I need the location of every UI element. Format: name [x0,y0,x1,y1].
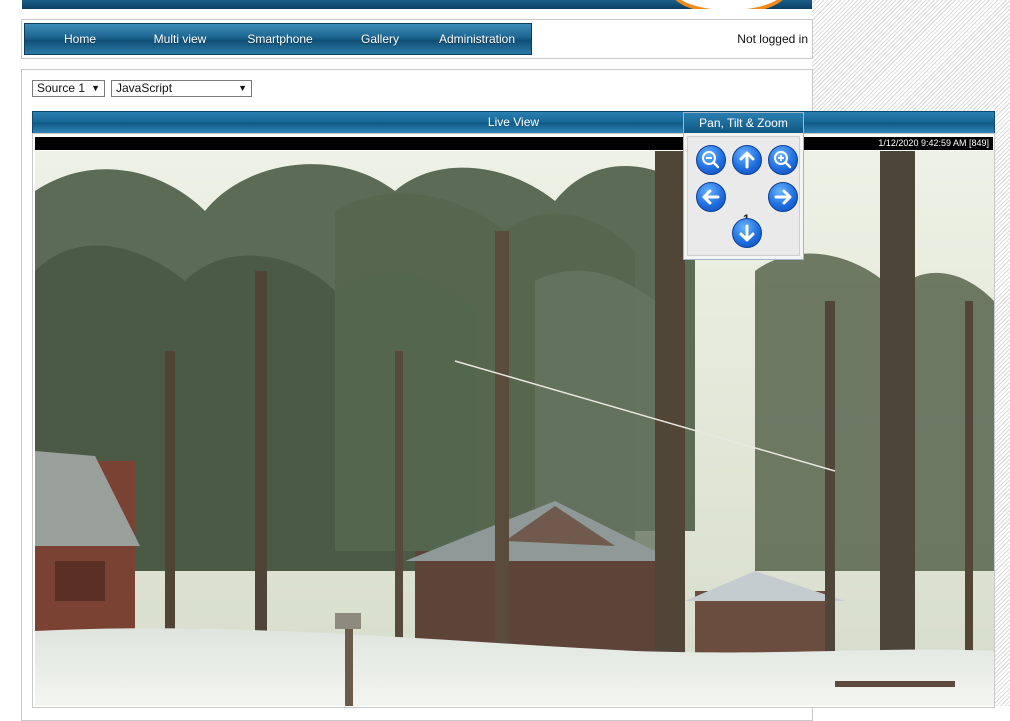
arrow-up-icon [739,151,755,169]
nav-smartphone[interactable]: Smartphone [225,32,335,46]
camera-scene [35,151,994,706]
source-select[interactable]: Source 1 ▼ [32,80,105,97]
viewer-mode-value: JavaScript [116,81,173,95]
live-view-title: Live View [487,115,540,129]
live-view-header: Live View [32,111,995,134]
dropdown-arrow-icon: ▼ [238,83,247,93]
zoom-in-button[interactable] [768,145,798,175]
banner-logo [670,0,788,9]
tilt-up-button[interactable] [732,145,762,175]
ptz-controls: 1 [687,136,800,256]
nav-gallery[interactable]: Gallery [335,32,425,46]
timestamp-bar: 1/12/2020 9:42:59 AM [849] [35,137,993,150]
zoom-out-icon [702,151,720,169]
timestamp-text: 1/12/2020 9:42:59 AM [849] [878,138,989,148]
arrow-down-icon [739,224,755,242]
arrow-right-icon [774,189,792,205]
arrow-left-icon [702,189,720,205]
top-banner [22,0,812,9]
nav-administration[interactable]: Administration [425,32,529,46]
pan-right-button[interactable] [768,182,798,212]
login-status: Not logged in [737,32,808,46]
tilt-down-button[interactable] [732,218,762,248]
zoom-out-button[interactable] [696,145,726,175]
ptz-title: Pan, Tilt & Zoom [684,113,803,133]
nav-multi-view[interactable]: Multi view [135,32,225,46]
ptz-panel: Pan, Tilt & Zoom [683,112,804,260]
nav-home[interactable]: Home [25,32,135,46]
nav-panel: Home Multi view Smartphone Gallery Admin… [21,19,813,59]
pan-left-button[interactable] [696,182,726,212]
camera-live-image[interactable] [35,151,994,706]
zoom-in-icon [774,151,792,169]
main-nav: Home Multi view Smartphone Gallery Admin… [24,23,532,55]
dropdown-arrow-icon: ▼ [91,83,100,93]
source-select-value: Source 1 [37,81,86,95]
viewer-mode-select[interactable]: JavaScript ▼ [111,80,252,97]
